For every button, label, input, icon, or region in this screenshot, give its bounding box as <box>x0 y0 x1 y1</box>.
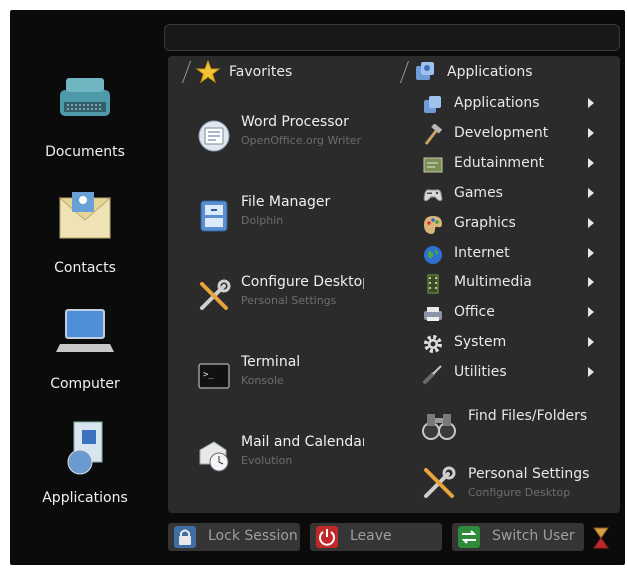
favorite-file-manager[interactable]: File Manager Dolphin <box>196 194 364 234</box>
chevron-right-icon <box>588 248 594 258</box>
gear-icon <box>424 335 442 353</box>
favorites-header-label: Favorites <box>229 64 293 80</box>
hourglass-icon[interactable] <box>591 526 611 550</box>
applications-icon <box>424 96 441 113</box>
globe-icon <box>424 246 442 264</box>
switch-user-icon <box>458 526 480 548</box>
terminal-icon: >_ <box>198 363 230 389</box>
lock-session-button[interactable]: Lock Session <box>168 523 300 551</box>
chevron-right-icon <box>588 158 594 168</box>
chevron-right-icon <box>588 367 594 377</box>
category-applications[interactable]: Applications <box>420 91 600 117</box>
favorite-name: Configure Desktop <box>241 274 364 290</box>
category-system[interactable]: System <box>420 330 600 356</box>
hammer-icon <box>424 124 443 145</box>
leave-label: Leave <box>350 528 392 544</box>
gamepad-icon <box>423 189 443 202</box>
favorite-desc: Dolphin <box>241 214 284 227</box>
favorites-header[interactable]: Favorites <box>181 58 293 86</box>
sidebar-item-computer[interactable]: Computer <box>30 304 140 392</box>
lock-icon <box>174 526 196 548</box>
favorite-name: Word Processor <box>241 114 349 130</box>
category-label: Graphics <box>454 215 516 231</box>
chevron-right-icon <box>588 277 594 287</box>
screwdriver-icon <box>423 365 442 384</box>
power-icon <box>316 526 338 548</box>
personal-settings[interactable]: Personal Settings Configure Desktop <box>420 462 600 506</box>
category-development[interactable]: Development <box>420 121 600 147</box>
category-internet[interactable]: Internet <box>420 241 600 267</box>
category-label: Edutainment <box>454 155 545 171</box>
sidebar-item-contacts[interactable]: Contacts <box>30 188 140 276</box>
find-label: Find Files/Folders <box>468 408 588 424</box>
favorite-terminal[interactable]: >_ Terminal Konsole <box>196 354 364 394</box>
sidebar-item-label: Documents <box>45 144 125 160</box>
chevron-right-icon <box>588 188 594 198</box>
favorite-desc: Konsole <box>241 374 284 387</box>
search-input[interactable] <box>173 29 607 49</box>
chevron-right-icon <box>588 98 594 108</box>
sidebar-item-label: Contacts <box>54 260 116 276</box>
settings-label: Personal Settings <box>468 466 590 482</box>
settings-desc: Configure Desktop <box>468 486 571 499</box>
category-office[interactable]: Office <box>420 300 600 326</box>
lock-session-label: Lock Session <box>208 528 298 544</box>
favorite-name: Terminal <box>241 354 301 370</box>
chevron-right-icon <box>588 337 594 347</box>
favorite-word-processor[interactable]: Word Processor OpenOffice.org Writer <box>196 114 364 154</box>
binoculars-icon <box>422 414 456 440</box>
category-label: Office <box>454 304 495 320</box>
category-label: System <box>454 334 507 350</box>
sidebar-item-label: Applications <box>42 490 128 506</box>
configure-tools-icon <box>200 279 231 310</box>
leave-button[interactable]: Leave <box>310 523 442 551</box>
sidebar-item-label: Computer <box>50 376 120 392</box>
favorite-name: Mail and Calendar <box>241 434 364 450</box>
favorite-mail-calendar[interactable]: Mail and Calendar Evolution <box>196 434 364 474</box>
word-processor-icon <box>198 120 230 152</box>
category-games[interactable]: Games <box>420 181 600 207</box>
mail-calendar-icon <box>199 441 229 472</box>
film-icon <box>427 274 439 294</box>
category-label: Internet <box>454 245 510 261</box>
svg-text:>_: >_ <box>203 370 214 380</box>
find-files-folders[interactable]: Find Files/Folders <box>420 404 600 448</box>
applications-box-icon <box>67 421 103 475</box>
sidebar-item-documents[interactable]: Documents <box>30 72 140 160</box>
switch-user-button[interactable]: Switch User <box>452 523 584 551</box>
category-edutainment[interactable]: Edutainment <box>420 151 600 177</box>
category-label: Applications <box>454 95 540 111</box>
applications-header[interactable]: Applications <box>399 58 533 86</box>
laptop-icon <box>56 309 114 352</box>
switch-user-label: Switch User <box>492 528 575 544</box>
favorite-name: File Manager <box>241 194 331 210</box>
favorite-configure-desktop[interactable]: Configure Desktop Personal Settings <box>196 274 364 314</box>
file-manager-icon <box>200 200 228 232</box>
favorite-desc: Evolution <box>241 454 293 467</box>
search-box[interactable] <box>164 24 620 51</box>
palette-icon <box>424 216 442 234</box>
favorite-desc: Personal Settings <box>241 294 337 307</box>
sidebar-item-applications[interactable]: Applications <box>30 418 140 506</box>
contacts-envelope-icon <box>58 192 112 239</box>
typewriter-icon <box>60 78 110 116</box>
edutainment-icon <box>423 157 443 173</box>
category-utilities[interactable]: Utilities <box>420 360 600 386</box>
category-label: Multimedia <box>454 274 532 290</box>
chevron-right-icon <box>588 128 594 138</box>
category-label: Utilities <box>454 364 507 380</box>
category-multimedia[interactable]: Multimedia <box>420 270 600 296</box>
category-label: Development <box>454 125 549 141</box>
applications-header-label: Applications <box>447 64 533 80</box>
applications-icon <box>416 62 434 80</box>
printer-icon <box>424 307 442 321</box>
chevron-right-icon <box>588 218 594 228</box>
category-graphics[interactable]: Graphics <box>420 211 600 237</box>
favorite-desc: OpenOffice.org Writer <box>241 134 362 147</box>
settings-tools-icon <box>424 466 456 498</box>
chevron-right-icon <box>588 307 594 317</box>
category-label: Games <box>454 185 503 201</box>
star-icon <box>195 59 221 84</box>
